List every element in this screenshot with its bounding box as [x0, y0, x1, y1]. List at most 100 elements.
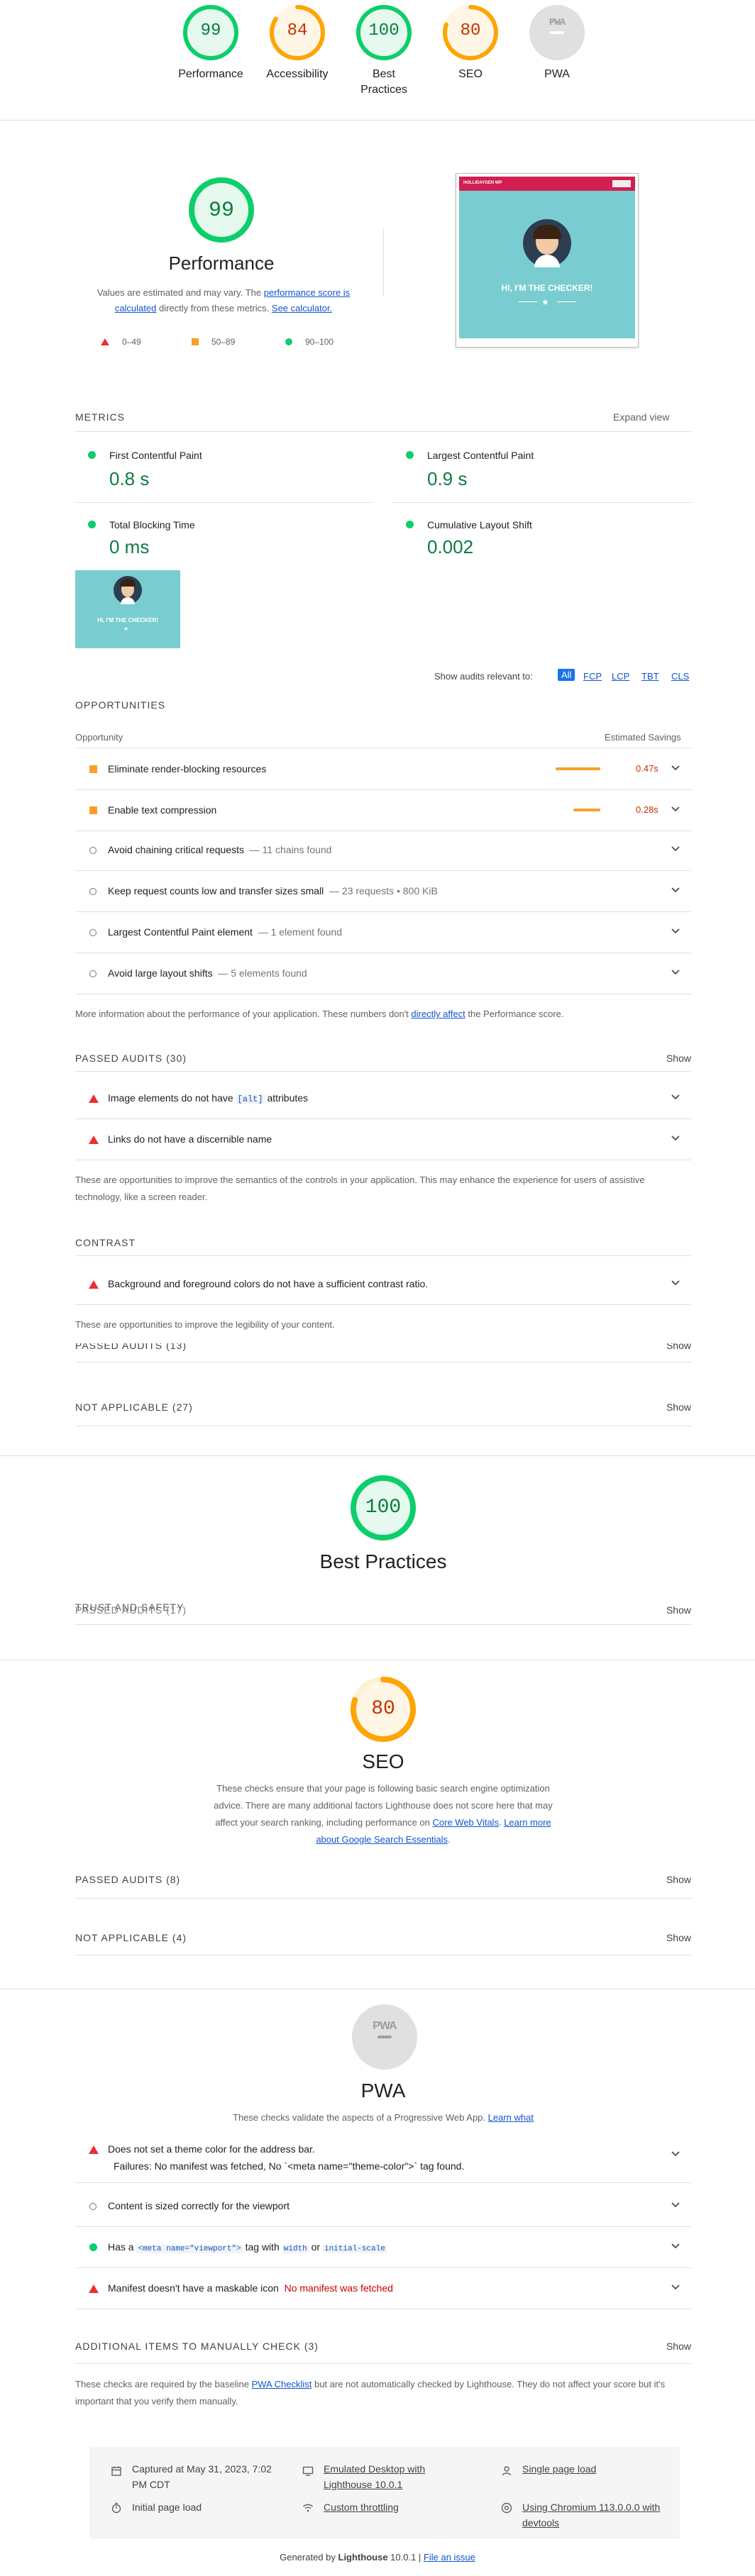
audit-row-meta-viewport[interactable]: Has a <meta name="viewport"> tag with wi… — [75, 2227, 691, 2268]
screenshot-nav-button — [612, 180, 631, 187]
audit-row-image-alt[interactable]: Image elements do not have [alt] attribu… — [75, 1078, 691, 1119]
audit-contrast-text: Background and foreground colors do not … — [108, 1278, 429, 1289]
chevron-down-icon[interactable] — [670, 925, 681, 936]
score-value: PWA — [549, 17, 566, 28]
audit-row-maskable-icon[interactable]: Manifest doesn't have a maskable icon No… — [75, 2268, 691, 2309]
chevron-down-icon[interactable] — [670, 2281, 681, 2292]
diagnostic-detail: — 5 elements found — [218, 967, 307, 979]
metric-tbt-label: Total Blocking Time — [109, 519, 195, 531]
diagnostic-row[interactable]: Avoid chaining critical requests — 11 ch… — [75, 830, 691, 871]
top-gauge-performance[interactable]: 99 Performance — [168, 0, 253, 82]
single-page-load[interactable]: Single page load — [522, 2461, 596, 2477]
filter-chip-cls[interactable]: CLS — [671, 671, 689, 682]
learn-what-link[interactable]: Learn what — [488, 2112, 534, 2123]
performance-note: More information about the performance o… — [75, 1006, 691, 1023]
expand-view-button[interactable]: Expand view — [613, 411, 669, 423]
score-header: 99 Performance 84 Accessibility 100 Best Prac… — [0, 0, 755, 121]
filter-chip-tbt[interactable]: TBT — [641, 671, 659, 682]
filter-chip-lcp[interactable]: LCP — [612, 671, 629, 682]
opportunities-heading: OPPORTUNITIES — [75, 699, 166, 711]
passed-audits-13-show[interactable]: Show — [666, 1343, 691, 1352]
audit-row-theme-color[interactable]: Does not set a theme color for the addre… — [75, 2135, 691, 2183]
not-applicable-27-show[interactable]: Show — [666, 1401, 691, 1413]
manual-check-show[interactable]: Show — [666, 2341, 691, 2352]
savings-bar — [556, 767, 600, 770]
audit-meta-viewport-text: Has a <meta name="viewport"> tag with wi… — [108, 2241, 387, 2253]
calculator-link[interactable]: See calculator. — [272, 303, 332, 313]
seo-passed-heading[interactable]: PASSED AUDITS (8) — [75, 1874, 180, 1885]
final-screenshot[interactable]: HOLLIDAYGEN WP HI, I'M THE CHECKER! ★ — [456, 173, 639, 348]
pass-circle-icon — [89, 2243, 97, 2251]
a11y-names-note: These are opportunities to improve the s… — [75, 1175, 645, 1202]
chevron-down-icon[interactable] — [670, 1277, 681, 1288]
pass-circle-icon — [406, 521, 414, 528]
best-practices-show[interactable]: Show — [666, 1604, 691, 1616]
passed-audits-13-heading[interactable]: PASSED AUDITS (13) — [75, 1343, 187, 1352]
top-gauge-seo[interactable]: 80 SEO — [428, 0, 513, 82]
chevron-down-icon[interactable] — [670, 843, 681, 854]
score-label: PWA — [544, 68, 570, 80]
seo-score: 80 — [371, 1698, 395, 1720]
chevron-down-icon[interactable] — [670, 884, 681, 895]
core-web-vitals-link[interactable]: Core Web Vitals — [433, 1817, 499, 1828]
diagnostic-row[interactable]: Largest Contentful Paint element — 1 ele… — [75, 912, 691, 953]
best-practices-gauge: 100 — [349, 1474, 417, 1542]
pwa-badge-dash — [378, 2036, 392, 2038]
custom-throttling[interactable]: Custom throttling — [324, 2499, 399, 2515]
seo-na-show[interactable]: Show — [666, 1932, 691, 1943]
opportunity-row[interactable]: Eliminate render-blocking resources 0.47s — [75, 749, 691, 790]
audit-text: or — [308, 2241, 323, 2253]
audit-image-alt-text: Image elements do not have [alt] attribu… — [108, 1092, 308, 1104]
chevron-down-icon[interactable] — [670, 2240, 681, 2251]
passed-audits-17-heading[interactable]: PASSED AUDITS (17) — [75, 1604, 187, 1616]
diagnostic-title: Keep request counts low and transfer siz… — [108, 885, 324, 896]
filter-chip-fcp[interactable]: FCP — [583, 671, 602, 682]
audit-row-viewport-size[interactable]: Content is sized correctly for the viewp… — [75, 2186, 691, 2227]
seo-desc: These checks ensure that your page is fo… — [214, 1783, 553, 1845]
screenshot-canvas: HOLLIDAYGEN WP HI, I'M THE CHECKER! ★ — [459, 177, 635, 338]
filter-chip-all[interactable]: All — [558, 669, 575, 681]
chevron-down-icon[interactable] — [670, 966, 681, 977]
diagnostic-detail: — 23 requests • 800 KiB — [329, 885, 438, 896]
chevron-down-icon[interactable] — [670, 762, 681, 773]
runtime-settings: Captured at May 31, 2023, 7:02 PM CDT Em… — [89, 2447, 680, 2539]
audit-row-contrast[interactable]: Background and foreground colors do not … — [75, 1264, 691, 1305]
audit-row-link-name[interactable]: Links do not have a discernible name — [75, 1119, 691, 1160]
diagnostic-text: Keep request counts low and transfer siz… — [108, 885, 438, 896]
pwa-checklist-link[interactable]: PWA Checklist — [252, 2379, 312, 2389]
emulated-desktop[interactable]: Emulated Desktop with Lighthouse 10.0.1 — [324, 2461, 465, 2492]
chevron-down-icon[interactable] — [670, 2199, 681, 2210]
directly-affect-link[interactable]: directly affect — [411, 1009, 465, 1019]
info-circle-icon — [89, 888, 97, 895]
score-label: Performance — [178, 68, 243, 80]
chromium-version[interactable]: Using Chromium 113.0.0.0 with devtools — [522, 2499, 664, 2531]
audit-code: initial-scale — [322, 2245, 387, 2253]
contrast-heading: CONTRAST — [75, 1237, 136, 1248]
pass-circle-icon — [88, 451, 96, 459]
metric-tbt-value: 0 ms — [109, 536, 150, 557]
diagnostic-row[interactable]: Avoid large layout shifts — 5 elements f… — [75, 953, 691, 994]
passed-audits-30-show[interactable]: Show — [666, 1053, 691, 1064]
top-gauge-accessibility[interactable]: 84 Accessibility — [255, 0, 340, 82]
chevron-down-icon[interactable] — [670, 803, 681, 814]
diagnostic-row[interactable]: Keep request counts low and transfer siz… — [75, 871, 691, 912]
top-gauge-pwa[interactable]: PWA PWA — [514, 0, 600, 82]
not-applicable-27-heading[interactable]: NOT APPLICABLE (27) — [75, 1401, 193, 1413]
generated-by: Generated by Lighthouse 10.0.1 | File an… — [0, 2552, 755, 2563]
chevron-down-icon[interactable] — [670, 1091, 681, 1102]
filmstrip-thumbnail[interactable]: HI, I'M THE CHECKER! ★ — [75, 570, 180, 648]
file-issue-link[interactable]: File an issue — [424, 2552, 475, 2563]
seo-na-heading[interactable]: NOT APPLICABLE (4) — [75, 1932, 187, 1943]
manual-check-heading[interactable]: ADDITIONAL ITEMS TO MANUALLY CHECK (3) — [75, 2341, 319, 2352]
top-gauge-best-practices[interactable]: 100 Best Practices — [341, 0, 426, 98]
seo-title: SEO — [362, 1750, 404, 1772]
metric-fcp-label: First Contentful Paint — [109, 450, 202, 461]
chevron-down-icon[interactable] — [670, 2148, 681, 2159]
seo-passed-show[interactable]: Show — [666, 1874, 691, 1885]
performance-score: 99 — [208, 199, 234, 223]
desktop-icon — [302, 2466, 314, 2476]
passed-audits-30-heading[interactable]: PASSED AUDITS (30) — [75, 1053, 187, 1064]
opportunity-row[interactable]: Enable text compression 0.28s — [75, 790, 691, 831]
chevron-down-icon[interactable] — [670, 1132, 681, 1143]
audit-text: Manifest doesn't have a maskable icon — [108, 2282, 279, 2294]
